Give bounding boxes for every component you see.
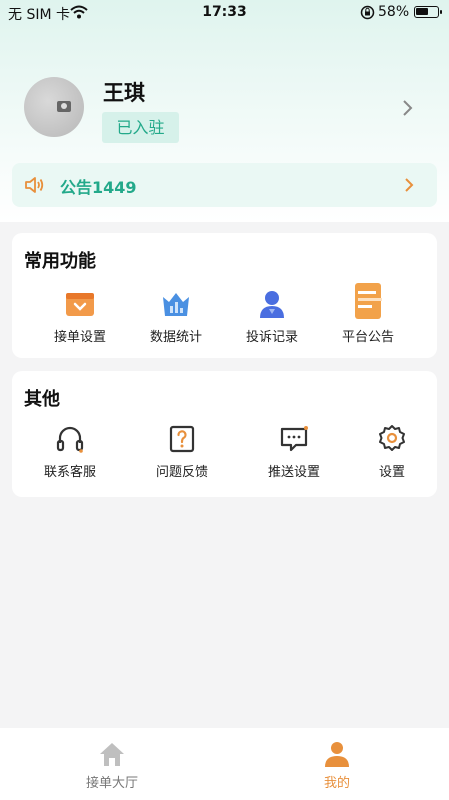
settings-label: 设置 bbox=[378, 465, 405, 480]
other-card: 其他 联系客服 问题反馈 推送设置 设置 bbox=[12, 371, 437, 497]
orientation-lock-icon bbox=[360, 5, 375, 24]
battery-percent: 58% bbox=[378, 4, 410, 20]
tab-order-hall[interactable]: 接单大厅 bbox=[52, 728, 172, 800]
chevron-right-icon bbox=[404, 177, 414, 197]
order-settings-icon bbox=[66, 293, 94, 316]
platform-notice-button[interactable]: 平台公告 bbox=[318, 283, 418, 363]
contact-support-label: 联系客服 bbox=[43, 465, 96, 480]
home-icon bbox=[100, 743, 124, 766]
announcement-text: 公告1449 bbox=[60, 178, 137, 197]
push-settings-button[interactable]: 推送设置 bbox=[244, 423, 344, 503]
status-badge: 已入驻 bbox=[102, 112, 179, 143]
headset-icon bbox=[56, 426, 84, 453]
other-title: 其他 bbox=[24, 389, 60, 410]
gear-icon bbox=[379, 425, 405, 451]
contact-support-button[interactable]: 联系客服 bbox=[20, 423, 120, 503]
statistics-button[interactable]: 数据统计 bbox=[126, 288, 226, 368]
platform-notice-icon bbox=[355, 283, 382, 319]
tab-order-hall-label: 接单大厅 bbox=[85, 776, 138, 791]
statistics-label: 数据统计 bbox=[149, 330, 202, 345]
feedback-label: 问题反馈 bbox=[155, 465, 208, 480]
speaker-icon bbox=[24, 176, 44, 198]
order-settings-button[interactable]: 接单设置 bbox=[30, 288, 130, 368]
complaint-icon bbox=[260, 291, 284, 318]
common-functions-card: 常用功能 接单设置 数据统计 投诉记录 平台公告 bbox=[12, 233, 437, 358]
status-bar: 无 SIM 卡 17:33 58% bbox=[0, 0, 449, 26]
profile-header[interactable]: 王琪 已入驻 bbox=[0, 70, 449, 150]
settings-button[interactable]: 设置 bbox=[342, 423, 442, 503]
complaint-records-button[interactable]: 投诉记录 bbox=[222, 288, 322, 368]
battery-icon bbox=[414, 6, 442, 18]
statistics-icon bbox=[163, 293, 189, 316]
push-settings-label: 推送设置 bbox=[267, 465, 320, 480]
question-icon bbox=[169, 425, 195, 453]
tab-mine[interactable]: 我的 bbox=[277, 728, 397, 800]
complaint-records-label: 投诉记录 bbox=[245, 330, 298, 345]
chevron-right-icon[interactable] bbox=[400, 98, 414, 118]
bottom-tab-bar: 接单大厅 我的 bbox=[0, 728, 449, 800]
avatar[interactable] bbox=[24, 77, 84, 137]
message-icon bbox=[280, 426, 308, 452]
platform-notice-label: 平台公告 bbox=[341, 330, 394, 345]
tab-mine-label: 我的 bbox=[323, 776, 350, 791]
common-functions-title: 常用功能 bbox=[24, 251, 96, 272]
camera-icon bbox=[57, 101, 71, 112]
person-icon bbox=[325, 742, 349, 767]
order-settings-label: 接单设置 bbox=[53, 330, 106, 345]
feedback-button[interactable]: 问题反馈 bbox=[132, 423, 232, 503]
user-name: 王琪 bbox=[103, 81, 145, 105]
announcement-bar[interactable]: 公告1449 bbox=[12, 163, 437, 207]
